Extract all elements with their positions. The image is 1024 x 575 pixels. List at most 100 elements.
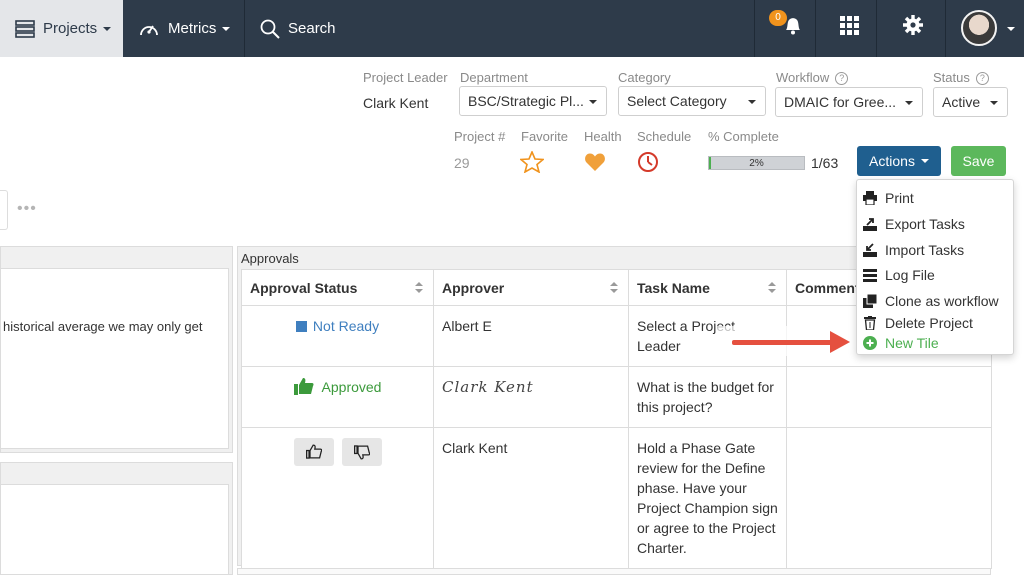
nav-metrics-label: Metrics [168, 20, 217, 37]
schedule-label: Schedule [637, 129, 692, 144]
chevron-down-icon [222, 26, 231, 31]
projects-icon [15, 19, 35, 38]
chevron-down-icon [103, 26, 112, 31]
clone-icon [863, 294, 877, 308]
actions-menu: Print Export Tasks Import Tasks Log File… [856, 179, 1014, 355]
percent-complete-text: 2% [749, 158, 764, 169]
actions-button[interactable]: Actions [857, 146, 941, 176]
approve-button[interactable] [293, 438, 334, 466]
notifications-button[interactable] [755, 0, 815, 57]
search-icon [260, 19, 280, 39]
nav-search[interactable]: Search [260, 0, 336, 57]
chevron-down-icon [748, 100, 756, 104]
table-row: Clark Kent Hold a Phase Gate review for … [241, 427, 992, 569]
percent-complete-bar: 2% [708, 156, 805, 170]
more-options-icon[interactable]: ••• [17, 200, 37, 218]
project-number-label: Project # [454, 129, 506, 144]
favorite-label: Favorite [521, 129, 568, 144]
menu-item-print[interactable]: Print [857, 187, 1015, 209]
export-icon [863, 218, 877, 231]
status-value: Active [942, 94, 981, 110]
thumbs-down-icon [353, 445, 370, 460]
column-header-approval-status[interactable]: Approval Status [241, 269, 434, 306]
left-tab[interactable] [0, 190, 8, 230]
approval-status-cell [241, 427, 434, 569]
department-label: Department [460, 70, 528, 85]
sort-icon [610, 282, 618, 294]
approver-signature: Clark Kent [442, 378, 534, 396]
left-panel-bottom-content [0, 484, 229, 575]
menu-item-log-file[interactable]: Log File [857, 264, 1015, 286]
health-label: Health [584, 129, 622, 144]
star-icon[interactable] [520, 151, 544, 173]
nav-metrics[interactable]: Metrics [138, 0, 231, 57]
table-row: Approved Clark Kent What is the budget f… [241, 366, 992, 428]
status-select[interactable]: Active [933, 87, 1008, 117]
chevron-down-icon [1007, 27, 1015, 31]
help-icon[interactable]: ? [975, 72, 989, 86]
workflow-value: DMAIC for Gree... [784, 94, 897, 110]
approval-status-cell: Approved [241, 366, 434, 428]
menu-item-clone-as-workflow[interactable]: Clone as workflow [857, 290, 1015, 312]
workflow-select[interactable]: DMAIC for Gree... [775, 87, 923, 117]
menu-item-label: New Tile [885, 335, 939, 351]
notification-badge: 0 [769, 10, 787, 26]
menu-item-delete-project[interactable]: Delete Project [857, 312, 1015, 334]
menu-item-new-tile[interactable]: New Tile [857, 332, 1015, 354]
status-approved: Approved [321, 379, 382, 395]
chevron-down-icon [905, 101, 913, 105]
apps-grid-button[interactable] [816, 0, 876, 57]
gear-icon [903, 15, 923, 35]
avatar[interactable] [961, 10, 997, 46]
heart-icon [585, 153, 605, 171]
speedometer-icon [140, 25, 158, 35]
status-label: Status? [933, 70, 989, 86]
menu-item-export-tasks[interactable]: Export Tasks [857, 213, 1015, 235]
menu-item-import-tasks[interactable]: Import Tasks [857, 239, 1015, 261]
department-select[interactable]: BSC/Strategic Pl... [459, 86, 607, 116]
menu-item-label: Import Tasks [885, 242, 965, 258]
project-leader-value: Clark Kent [363, 95, 429, 111]
left-panel-text: historical average we may only get [3, 319, 203, 334]
project-number-value: 29 [454, 155, 470, 171]
approver-cell: Clark Kent [433, 366, 629, 428]
column-header-approver[interactable]: Approver [433, 269, 629, 306]
task-name-cell: What is the budget for this project? [628, 366, 787, 428]
column-label: Approver [442, 279, 505, 296]
chevron-down-icon [589, 100, 597, 104]
nav-divider [244, 0, 245, 57]
log-file-icon [863, 269, 877, 282]
comment-cell [786, 427, 992, 569]
clock-icon [638, 152, 658, 172]
reject-button[interactable] [341, 438, 382, 466]
column-header-task-name[interactable]: Task Name [628, 269, 787, 306]
approval-status-cell: Not Ready [241, 305, 434, 367]
column-label: Approval Status [250, 279, 358, 296]
column-label: Comment [795, 279, 860, 296]
chevron-down-icon [920, 159, 929, 163]
annotation-arrow [732, 340, 832, 345]
grid-icon [840, 16, 859, 35]
category-select[interactable]: Select Category [618, 86, 766, 116]
print-icon [863, 191, 877, 205]
save-button[interactable]: Save [951, 146, 1006, 176]
left-panel-top-content: historical average we may only get [0, 268, 229, 449]
menu-item-label: Export Tasks [885, 216, 965, 232]
help-icon[interactable]: ? [835, 72, 849, 86]
status-not-ready: Not Ready [312, 318, 380, 334]
workflow-label-text: Workflow [776, 70, 830, 85]
nav-search-label: Search [288, 20, 336, 37]
menu-item-label: Print [885, 190, 914, 206]
nav-projects[interactable]: Projects [0, 0, 123, 57]
column-label: Task Name [637, 279, 710, 296]
category-value: Select Category [627, 93, 727, 109]
menu-item-label: Delete Project [885, 315, 973, 331]
thumbs-up-icon [305, 444, 322, 459]
category-label: Category [618, 70, 671, 85]
trash-icon [864, 316, 876, 330]
thumbs-up-icon [293, 378, 314, 395]
settings-button[interactable] [877, 0, 945, 57]
menu-item-label: Clone as workflow [885, 293, 999, 309]
square-icon [295, 321, 307, 332]
actions-button-label: Actions [869, 153, 915, 169]
